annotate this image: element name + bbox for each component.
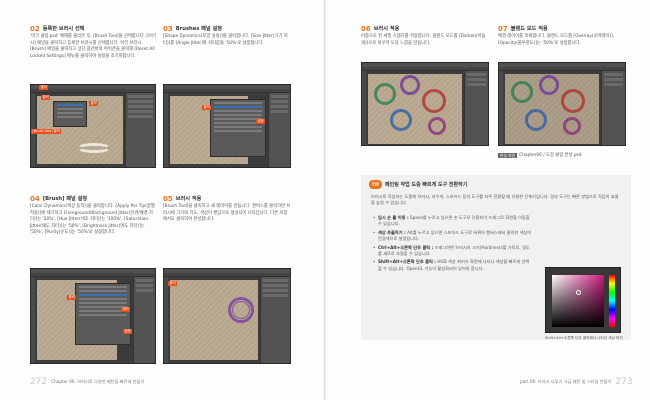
step-description: 배경 레이어를 복제합니다. 블렌드 모드를 [Overlay(오버레이)], …: [498, 34, 614, 46]
picker-ring-icon: [576, 290, 581, 295]
book-spread: 02 등록한 브러시 선택 '마크 클럽.psd' 예제를 불러온 후, [Br…: [0, 0, 650, 400]
step-number: 03: [163, 24, 173, 33]
brush-settings-dialog: [210, 99, 266, 157]
step-title: 브러시 적용: [175, 196, 202, 202]
side-panel: [125, 93, 155, 167]
step-03: 03 Brushes 패널 설정 [Shape Dynamics(모양 설정)]…: [163, 24, 291, 47]
brush-picker-panel: [53, 101, 87, 127]
step-description: '마크 클럽.psd' 예제를 불러온 후, [Brush Tool]을 선택합…: [30, 34, 156, 59]
step-description: [Brush Tool]을 클릭하고 새 레이어를 만듭니다. 캔버스를 클릭하…: [163, 204, 291, 223]
stamp-mark: [525, 109, 547, 131]
stamp-mark: [561, 89, 585, 113]
step-number: 07: [498, 24, 508, 33]
brush-settings-dialog: [75, 283, 131, 345]
callout-label: 클릭: [168, 281, 178, 286]
step-description: [Shape Dynamics(모양 설정)]를 클릭합니다. [Size Ji…: [163, 34, 288, 46]
tip-list: 임시 손 툴 이동 : Space를 누르고 있으면 손 도구로 전환되어 드래…: [373, 215, 533, 274]
side-panel: [268, 93, 290, 167]
screenshot-step-03: 클릭 설정: [163, 84, 291, 168]
list-item: 임시 손 툴 이동 : Space를 누르고 있으면 손 도구로 전환되어 드래…: [373, 215, 533, 228]
stamp-mark: [563, 117, 581, 135]
step-title: 브러시 적용: [373, 26, 400, 32]
caption-text: Chapter06 / 도장 클럽 완성.psd: [519, 153, 582, 158]
screenshot-step-02: 클릭 클릭 클릭 [Brush Tool] 클릭: [30, 84, 156, 168]
list-item: Shift+Alt+오른쪽 단추 클릭 : HUD 색상 피커가 화면에 나타나…: [373, 259, 533, 272]
result-file-caption: 완성 파일 Chapter06 / 도장 클럽 완성.psd: [498, 152, 582, 158]
callout-label: [Brush Tool] 클릭: [31, 129, 62, 134]
saturation-square: [552, 275, 604, 327]
right-footer: part 06. 브러시 다루기 고급 패턴 및 스타일 만들기 273: [520, 377, 633, 387]
step-title: [Brush] 패널 설정: [42, 196, 88, 202]
stamp-mark: [390, 109, 412, 131]
step-title: 등록한 브러시 선택: [42, 26, 85, 32]
step-title: Brushes 패널 설정: [175, 26, 223, 32]
running-footer: part 06. 브러시 다루기 고급 패턴 및 스타일 만들기: [520, 379, 612, 384]
page-gutter: [324, 0, 326, 400]
step-description: [Color Dynamics(색상 동적)]을 클릭합니다. [Apply P…: [30, 204, 155, 236]
screenshot-step-06: [361, 62, 489, 146]
tip-box: TIP 페인팅 작업 도중 빠르게 도구 전환하기 브러시로 작업하는 도중에 …: [361, 175, 631, 340]
step-07: 07 블렌드 모드 적용 배경 레이어를 복제합니다. 블렌드 모드를 [Ove…: [498, 24, 626, 47]
callout-label: 클릭: [89, 101, 99, 106]
side-panel: [133, 277, 155, 363]
step-description: 이중으로 된 세밀 스탬프를 적용합니다. 블렌드 모드를 [Darken(어둡…: [361, 34, 486, 46]
step-title: 블렌드 모드 적용: [510, 26, 548, 32]
layers-panel: [464, 71, 488, 145]
step-number: 06: [361, 24, 371, 33]
screenshot-step-05: 클릭: [163, 268, 291, 364]
callout-label: 설정: [256, 119, 266, 124]
running-footer: Chapter 06. 브러시로 다양한 패턴을 빠르게 만들기: [51, 379, 145, 384]
step-02: 02 등록한 브러시 선택 '마크 클럽.psd' 예제를 불러온 후, [Br…: [30, 24, 158, 60]
layers-panel: [260, 277, 290, 363]
hud-color-picker: [545, 267, 621, 333]
step-04: 04 [Brush] 패널 설정 [Color Dynamics(색상 동적)]…: [30, 194, 158, 237]
stamp-mark: [422, 89, 446, 113]
step-06: 06 브러시 적용 이중으로 된 세밀 스탬프를 적용합니다. 블렌드 모드를 …: [361, 24, 489, 47]
callout-label: 클릭: [67, 295, 77, 300]
callout-label: 클릭: [202, 105, 212, 110]
step-05: 05 브러시 적용 [Brush Tool]을 클릭하고 새 레이어를 만듭니다…: [163, 194, 291, 224]
screenshot-step-07: [498, 62, 626, 146]
stamp-mark: [232, 301, 250, 319]
callout-label: 체크: [121, 307, 131, 312]
step-number: 02: [30, 24, 40, 33]
callout-label: 클릭: [39, 85, 49, 90]
hud-caption: Shift+Alt+오른쪽 단추 클릭해서 나타난 색상 피커: [545, 336, 623, 340]
left-footer: 272 Chapter 06. 브러시로 다양한 패턴을 빠르게 만들기: [30, 377, 144, 387]
screenshot-step-04: 클릭 체크 설정: [30, 268, 156, 364]
list-item: 색상 추출하기 : Alt를 누르고 있으면 스포이드 도구로 바뀌어 캔버스에…: [373, 230, 533, 243]
list-item: Ctrl+Alt+오른쪽 단추 클릭 : 드래그하면 브러시의 크기(Hardn…: [373, 245, 533, 258]
tip-intro: 브러시로 작업하는 도중에 브러시, 지우개, 스포이드 등의 도구를 자주 전…: [371, 194, 619, 206]
brush-stroke: [77, 143, 111, 153]
stamp-mark: [428, 117, 446, 135]
layers-panel: [601, 71, 625, 145]
tip-title: 페인팅 작업 도중 빠르게 도구 전환하기: [385, 182, 468, 188]
caption-tag: 완성 파일: [498, 152, 518, 158]
stamp-mark: [400, 75, 420, 95]
stamp-mark: [511, 81, 533, 103]
step-number: 05: [163, 194, 173, 203]
hue-strip: [609, 275, 615, 327]
page-number: 272: [30, 377, 48, 387]
stamp-mark: [539, 75, 559, 95]
callout-label: 클릭: [41, 95, 51, 100]
callout-label: 설정: [123, 329, 133, 334]
step-number: 04: [30, 194, 40, 203]
page-number: 273: [615, 377, 633, 387]
tip-badge: TIP: [369, 180, 382, 189]
stamp-mark: [374, 83, 396, 105]
